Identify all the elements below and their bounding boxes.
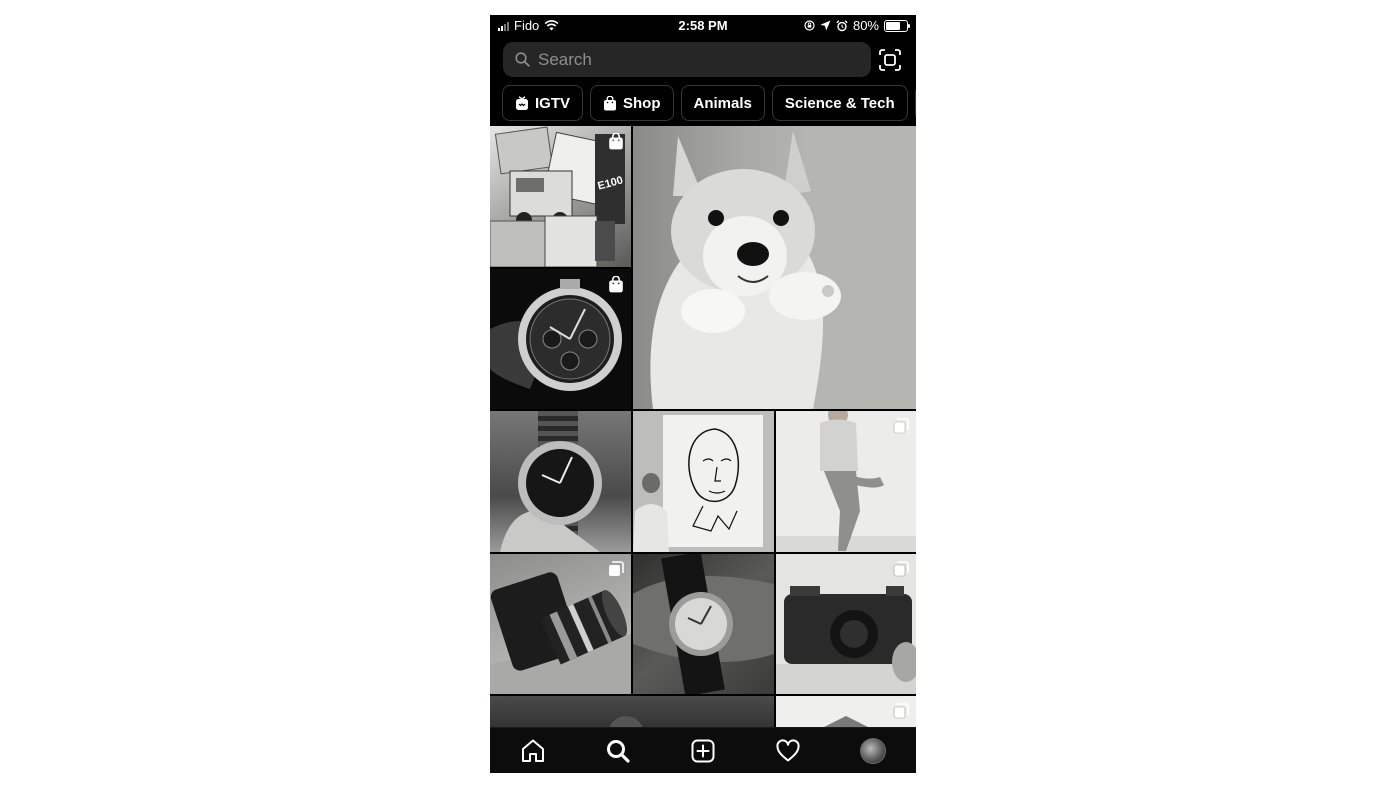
photo-partial-left [608, 716, 644, 727]
chip-shop[interactable]: Shop [590, 85, 674, 121]
status-bar: Fido 2:58 PM 80% [490, 15, 916, 37]
igtv-icon [516, 95, 528, 110]
chip-label: Science & Tech [784, 94, 895, 112]
explore-post-yoga-pose[interactable] [776, 411, 916, 552]
multiple-posts-icon [893, 418, 909, 434]
photo-line-art [633, 411, 774, 552]
search-icon [606, 740, 630, 763]
explore-post-chronograph-watch[interactable] [490, 269, 631, 409]
scan-nametag-icon[interactable] [878, 48, 902, 72]
location-arrow-icon [820, 20, 831, 31]
battery-icon [884, 19, 910, 32]
explore-post-corgi-video[interactable] [633, 126, 916, 409]
activity-heart-icon [776, 739, 800, 762]
bottom-tab-bar [490, 727, 916, 773]
shopping-bag-icon [609, 276, 623, 293]
tab-profile[interactable] [851, 731, 895, 771]
chip-animals[interactable]: Animals [680, 85, 765, 121]
explore-post-line-art-portrait[interactable] [633, 411, 774, 552]
explore-post-rangefinder-camera[interactable] [776, 554, 916, 694]
explore-post-film-camera-toys[interactable]: E100 [490, 126, 631, 267]
tab-home[interactable] [511, 731, 555, 771]
explore-post-partial-right[interactable] [776, 696, 916, 727]
shopping-bag-icon [609, 133, 623, 150]
explore-grid: E100 [490, 126, 916, 727]
battery-percentage: 80% [852, 18, 879, 33]
explore-post-camera-lens[interactable] [490, 554, 631, 694]
multiple-posts-icon [609, 561, 624, 576]
search-icon [515, 52, 530, 67]
explore-post-dive-watch[interactable] [490, 411, 631, 552]
multiple-posts-icon [893, 703, 909, 719]
explore-post-vintage-watch[interactable] [633, 554, 774, 694]
profile-avatar [860, 738, 887, 764]
tab-activity[interactable] [766, 731, 810, 771]
search-input[interactable] [536, 48, 840, 71]
alarm-icon [836, 19, 848, 31]
home-icon [521, 739, 544, 762]
tab-new-post[interactable] [681, 731, 725, 771]
tab-search[interactable] [596, 731, 640, 771]
photo-corgi [650, 126, 916, 409]
chip-label: Animals [693, 94, 752, 112]
phone-screen: Fido 2:58 PM 80% Search IGTV Shop Animal… [490, 15, 916, 773]
photo-vintage-watch [633, 554, 774, 694]
chip-igtv[interactable]: IGTV [502, 85, 584, 121]
new-post-icon [691, 739, 715, 763]
rotation-lock-icon [804, 20, 815, 31]
search-bar[interactable] [503, 42, 871, 77]
chip-science-tech[interactable]: Science & Tech [771, 85, 908, 121]
topic-chips: IGTV Shop Animals Science & Tech TV [502, 85, 916, 121]
multiple-posts-icon [893, 561, 909, 577]
photo-dive-watch [500, 411, 602, 552]
explore-post-partial-left[interactable] [490, 696, 774, 727]
chip-tv[interactable]: TV [914, 85, 916, 121]
chip-label: Shop [623, 94, 661, 112]
shopping-bag-icon [604, 95, 617, 110]
chip-label: IGTV [535, 94, 571, 112]
